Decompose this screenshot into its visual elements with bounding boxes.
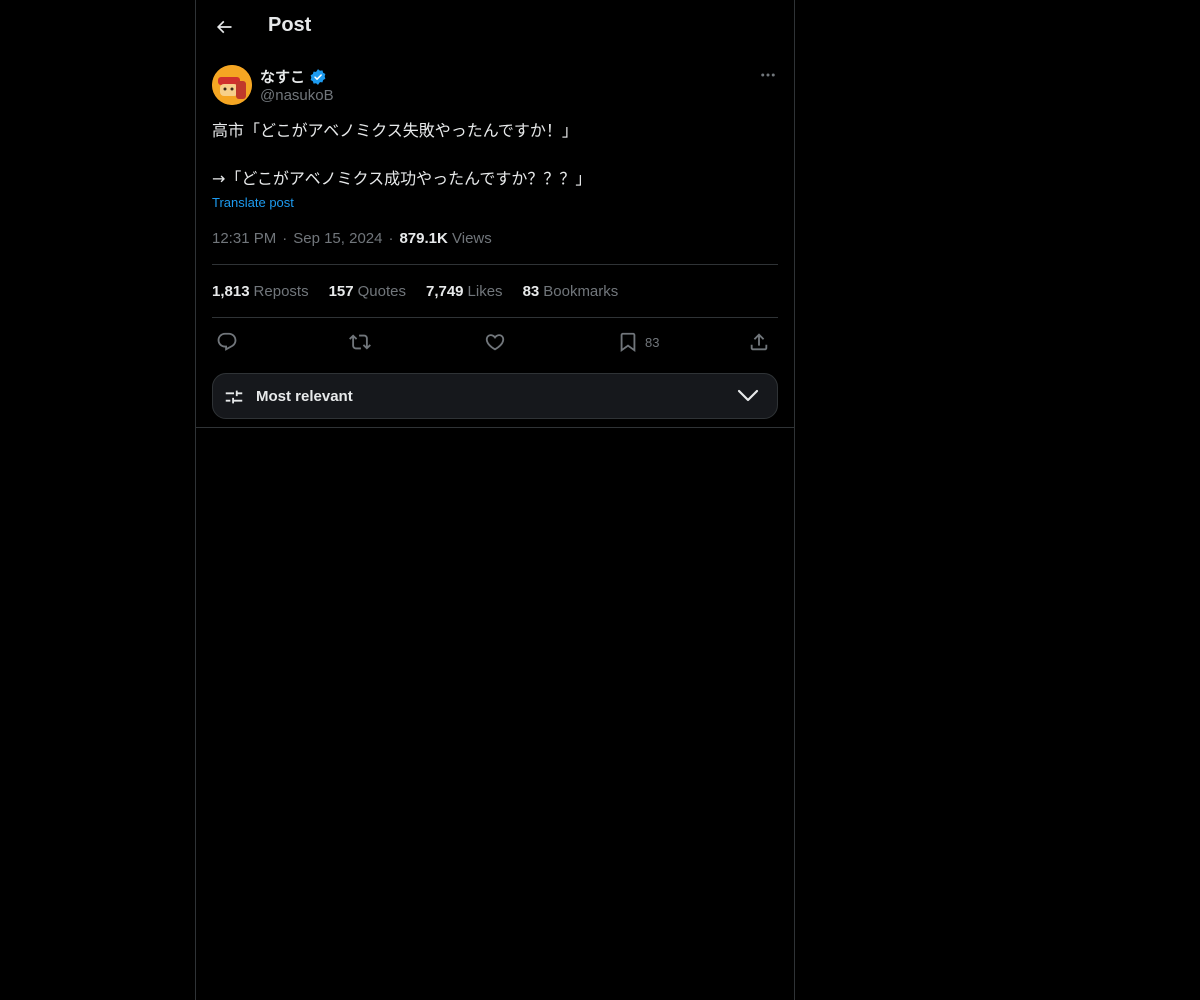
post-meta: 12:31 PM · Sep 15, 2024 · 879.1K Views bbox=[212, 230, 492, 247]
meta-separator: · bbox=[388, 230, 394, 247]
bookmark-action-count: 83 bbox=[645, 334, 660, 350]
repost-icon bbox=[349, 334, 371, 350]
chevron-down-icon bbox=[737, 389, 759, 402]
post-time[interactable]: 12:31 PM bbox=[212, 230, 276, 247]
views-count: 879.1K bbox=[399, 230, 448, 247]
more-icon bbox=[761, 73, 775, 77]
sort-sliders-icon bbox=[225, 390, 243, 404]
reply-button[interactable] bbox=[216, 328, 238, 356]
author-handle[interactable]: @nasukoB bbox=[260, 87, 334, 104]
likes-label: Likes bbox=[467, 283, 503, 300]
back-button[interactable] bbox=[208, 11, 240, 43]
likes-stat[interactable]: 7,749 Likes bbox=[426, 283, 503, 300]
reposts-stat[interactable]: 1,813 Reposts bbox=[212, 283, 309, 300]
reply-icon bbox=[217, 332, 237, 351]
share-button[interactable] bbox=[748, 328, 770, 356]
bookmarks-stat[interactable]: 83 Bookmarks bbox=[523, 283, 619, 300]
author-name-row[interactable]: なすこ bbox=[260, 66, 327, 87]
avatar[interactable] bbox=[212, 65, 252, 105]
likes-count: 7,749 bbox=[425, 283, 464, 300]
action-bar: 83 bbox=[212, 328, 778, 356]
like-button[interactable] bbox=[484, 328, 506, 356]
translate-post-link[interactable]: Translate post bbox=[212, 195, 294, 210]
meta-separator: · bbox=[282, 230, 288, 247]
like-icon bbox=[485, 334, 505, 351]
back-arrow-icon bbox=[216, 20, 232, 34]
bookmark-icon bbox=[620, 332, 636, 353]
page-title: Post bbox=[268, 14, 312, 36]
share-icon bbox=[750, 333, 768, 351]
post-date[interactable]: Sep 15, 2024 bbox=[293, 230, 382, 247]
divider bbox=[212, 317, 778, 318]
more-options-button[interactable] bbox=[756, 64, 780, 86]
verified-badge-icon bbox=[310, 68, 326, 85]
avatar-image bbox=[212, 65, 252, 105]
quotes-stat[interactable]: 157 Quotes bbox=[329, 283, 406, 300]
engagement-stats: 1,813 Reposts 157 Quotes 7,749 Likes 83 Book… bbox=[212, 283, 618, 300]
divider bbox=[212, 264, 778, 265]
repost-button[interactable] bbox=[349, 328, 371, 356]
post-column: Post なすこ @nasukoB 高市「どこがアベノミクス失敗やったんですか！… bbox=[195, 0, 795, 1000]
views-group[interactable]: 879.1K Views bbox=[399, 230, 491, 247]
sort-label: Most relevant bbox=[256, 388, 353, 405]
quotes-label: Quotes bbox=[357, 283, 406, 300]
author-display-name[interactable]: なすこ bbox=[260, 66, 305, 87]
bookmark-button[interactable]: 83 bbox=[617, 328, 659, 356]
reposts-count: 1,813 bbox=[212, 283, 250, 300]
bookmarks-label: Bookmarks bbox=[543, 283, 619, 300]
views-label: Views bbox=[452, 230, 492, 247]
quotes-count: 157 bbox=[328, 283, 354, 300]
divider bbox=[196, 427, 794, 428]
post-text: 高市「どこがアベノミクス失敗やったんですか！」 →「どこがアベノミクス成功やった… bbox=[212, 121, 592, 188]
bookmarks-count: 83 bbox=[522, 283, 540, 300]
post-header: Post bbox=[196, 0, 794, 54]
reposts-label: Reposts bbox=[253, 283, 309, 300]
sort-replies-dropdown[interactable]: Most relevant bbox=[212, 373, 778, 419]
